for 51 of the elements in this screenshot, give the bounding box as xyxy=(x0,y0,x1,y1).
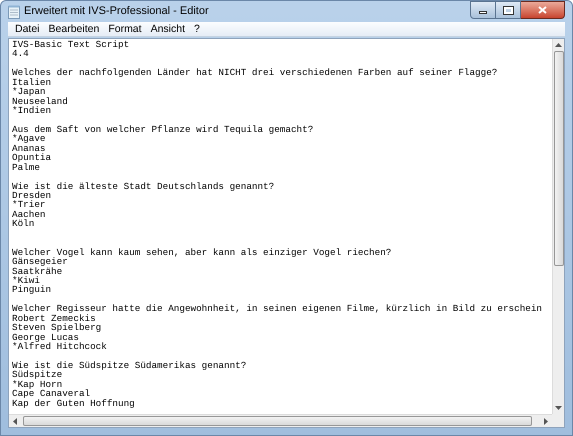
scroll-right-icon xyxy=(544,418,548,424)
text-line: *Alfred Hitchcock xyxy=(12,341,107,352)
text-line: Opuntia xyxy=(12,152,52,164)
menu-item[interactable]: Bearbeiten xyxy=(44,22,104,36)
scroll-up-icon xyxy=(555,43,562,47)
menu-item[interactable]: ? xyxy=(190,22,204,36)
text-line: *Kap Horn xyxy=(12,378,62,390)
text-line: Cape Canaveral xyxy=(12,388,90,400)
close-icon xyxy=(538,6,547,14)
text-line: Südspitze xyxy=(12,369,62,380)
text-line: Köln xyxy=(12,218,34,230)
window-title: Erweitert mit IVS-Professional - Editor xyxy=(24,4,209,20)
text-line: *Trier xyxy=(12,199,46,210)
text-line: Welcher Vogel kann kaum sehen, aber kann als einziger Vogel riechen? xyxy=(12,246,392,258)
text-line: Aus dem Saft von welcher Pflanze wird Tequila gemacht? xyxy=(12,124,314,135)
text-line: IVS-Basic Text Script xyxy=(12,39,130,50)
scroll-thumb[interactable] xyxy=(554,51,564,266)
text-line: Gänsegeier xyxy=(12,256,68,268)
scroll-left-icon xyxy=(13,418,17,424)
text-line: Dresden xyxy=(12,190,52,201)
minimize-button[interactable] xyxy=(470,1,496,19)
horizontal-scrollbar[interactable] xyxy=(9,414,552,427)
text-line: Aachen xyxy=(12,208,46,220)
text-line: Wie ist die Südspitze Südamerikas genannt? xyxy=(12,360,246,371)
scroll-down-icon xyxy=(555,406,562,410)
maximize-button[interactable] xyxy=(496,1,521,19)
text-line: Italien xyxy=(12,76,52,88)
menu-item[interactable]: Ansicht xyxy=(146,22,190,36)
text-line: *Kiwi xyxy=(12,274,40,286)
text-line: *Japan xyxy=(12,86,46,98)
scroll-thumb[interactable] xyxy=(23,416,532,426)
text-line: Steven Spielberg xyxy=(12,322,102,334)
text-line: Wie ist die älteste Stadt Deutschlands genannt? xyxy=(12,180,274,192)
text-line: Saatkrähe xyxy=(12,266,62,276)
text-line: Welches der nachfolgenden Länder hat NICHT drei verschiedenen Farben auf seiner Flagge? xyxy=(12,67,498,78)
notepad-icon xyxy=(8,4,20,18)
menu-item[interactable]: Datei xyxy=(11,22,44,36)
text-line: *Agave xyxy=(12,133,46,144)
text-line: Pinguin xyxy=(12,284,52,296)
text-line: Ananas xyxy=(12,142,46,154)
vertical-scrollbar[interactable] xyxy=(552,39,564,414)
menu-item[interactable]: Format xyxy=(104,22,146,36)
text-line: Kap der Guten Hoffnung xyxy=(12,398,135,409)
close-button[interactable] xyxy=(521,1,565,19)
text-line: Neuseeland xyxy=(12,96,68,107)
text-line: George Lucas xyxy=(12,332,79,343)
text-line: 4.4 xyxy=(12,48,29,60)
text-line: Robert Zemeckis xyxy=(12,312,96,324)
text-line: Palme xyxy=(12,162,40,173)
text-line: Welcher Regisseur hatte die Angewohnheit, in seinen eigenen Filme, kürzlich in Bild zu erschein xyxy=(12,303,542,314)
text-line: *Indien xyxy=(12,105,52,116)
